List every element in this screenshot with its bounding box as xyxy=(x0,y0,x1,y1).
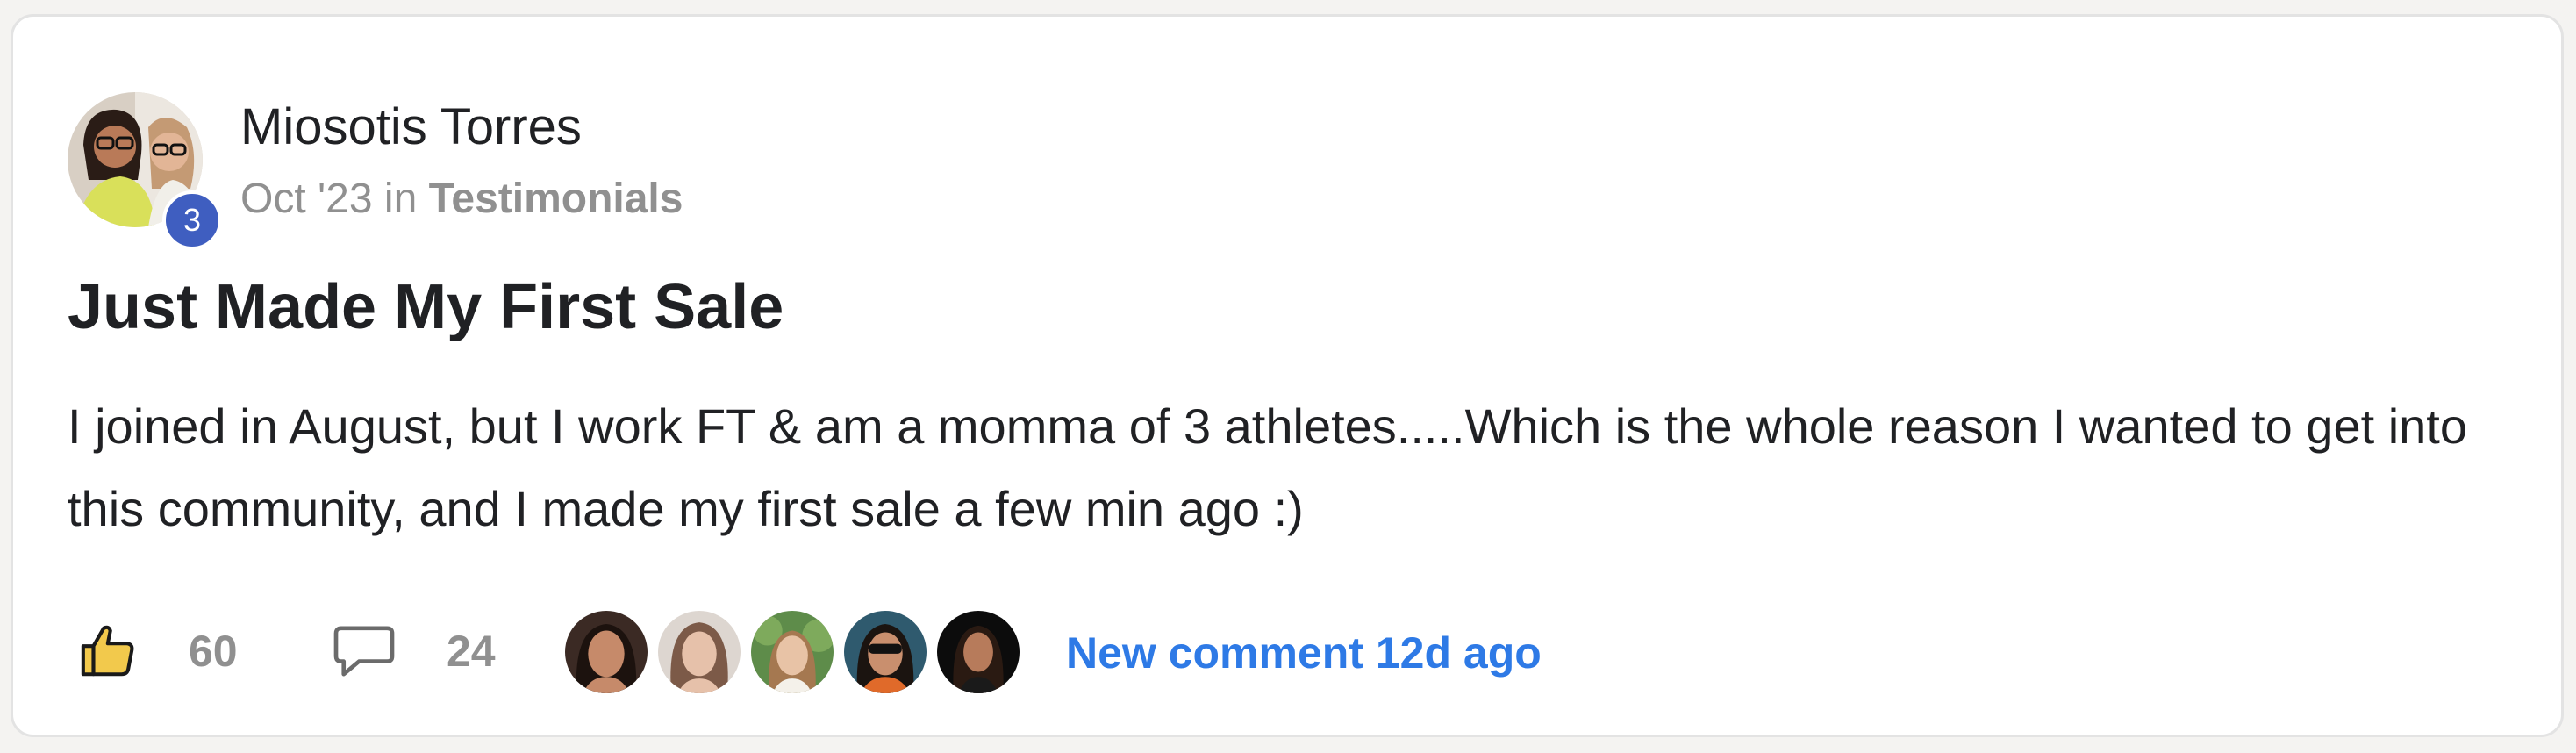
author-name[interactable]: Miosotis Torres xyxy=(240,97,582,156)
commenter-avatar[interactable] xyxy=(841,608,929,696)
level-number: 3 xyxy=(182,202,202,238)
comment-bubble-icon[interactable] xyxy=(331,623,397,679)
thumbs-up-icon[interactable] xyxy=(78,620,140,682)
comment-count: 24 xyxy=(447,627,496,676)
post-title[interactable]: Just Made My First Sale xyxy=(68,271,784,343)
meta-in-word: in xyxy=(383,176,418,222)
commenter-avatar[interactable] xyxy=(562,608,650,696)
category-link[interactable]: Testimonials xyxy=(429,176,683,222)
new-comment-link[interactable]: New comment 12d ago xyxy=(1066,628,1542,678)
post-actions: 60 24 New comment 12d ago xyxy=(68,603,1822,699)
commenter-avatar[interactable] xyxy=(748,608,836,696)
post-date: Oct '23 xyxy=(240,176,373,222)
level-badge: 3 xyxy=(162,190,222,250)
comment-button[interactable]: 24 xyxy=(331,603,496,699)
post-header: 3 Miosotis Torres Oct '23 in Testimonial… xyxy=(68,78,1120,250)
like-button[interactable]: 60 xyxy=(78,603,238,699)
post-body: I joined in August, but I work FT & am a… xyxy=(68,398,2468,536)
like-count: 60 xyxy=(189,627,238,676)
commenter-avatar[interactable] xyxy=(934,608,1022,696)
commenter-avatar[interactable] xyxy=(655,608,743,696)
post-card[interactable]: 3 Miosotis Torres Oct '23 in Testimonial… xyxy=(11,14,2564,737)
author-avatar-wrap[interactable]: 3 xyxy=(68,92,222,250)
post-meta: Oct '23 in Testimonials xyxy=(240,175,683,223)
